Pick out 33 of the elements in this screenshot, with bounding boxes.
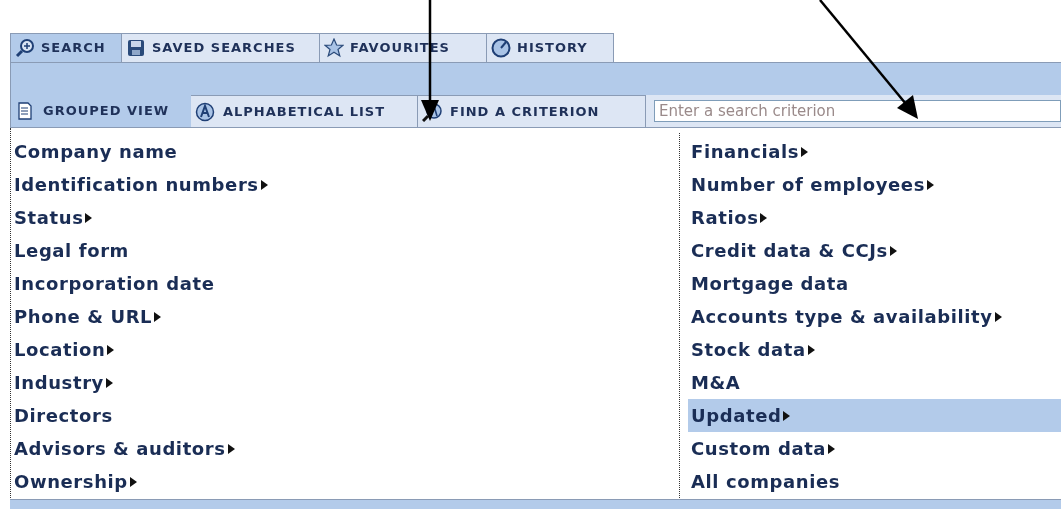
criterion-item[interactable]: Advisors & auditors bbox=[11, 432, 679, 465]
criterion-item[interactable]: Industry bbox=[11, 366, 679, 399]
clock-icon bbox=[491, 38, 511, 58]
criterion-item[interactable]: Credit data & CCJs bbox=[688, 234, 1061, 267]
criterion-item[interactable]: Stock data bbox=[688, 333, 1061, 366]
criterion-item[interactable]: Status bbox=[11, 201, 679, 234]
tab[interactable]: HISTORY bbox=[487, 33, 614, 62]
search-field[interactable]: Enter a search criterion bbox=[654, 100, 1061, 122]
criterion-item[interactable]: Company name bbox=[11, 135, 679, 168]
criterion-item[interactable]: Mortgage data bbox=[688, 267, 1061, 300]
letter-icon bbox=[195, 101, 215, 122]
star-icon bbox=[324, 38, 344, 58]
criterion-item[interactable]: Identification numbers bbox=[11, 168, 679, 201]
criterion-item[interactable]: Updated bbox=[688, 399, 1061, 432]
tab[interactable]: ALPHABETICAL LIST bbox=[191, 95, 418, 127]
tab[interactable]: FIND A CRITERION bbox=[418, 95, 646, 127]
tab[interactable]: SAVED SEARCHES bbox=[122, 33, 320, 62]
criterion-item[interactable]: Directors bbox=[11, 399, 679, 432]
criterion-item[interactable]: M&A bbox=[688, 366, 1061, 399]
criterion-item[interactable]: All companies bbox=[688, 465, 1061, 498]
criterion-item[interactable]: Accounts type & availability bbox=[688, 300, 1061, 333]
criterion-item[interactable]: Ownership bbox=[11, 465, 679, 498]
criterion-item[interactable]: Number of employees bbox=[688, 168, 1061, 201]
criterion-item[interactable]: Incorporation date bbox=[11, 267, 679, 300]
tab[interactable]: SEARCH bbox=[10, 33, 122, 62]
criterion-item[interactable]: Financials bbox=[688, 135, 1061, 168]
criterion-item[interactable]: Location bbox=[11, 333, 679, 366]
criterion-item[interactable]: Legal form bbox=[11, 234, 679, 267]
search-icon bbox=[15, 38, 35, 58]
document-icon bbox=[15, 101, 35, 121]
criterion-item[interactable]: Ratios bbox=[688, 201, 1061, 234]
criterion-item[interactable]: Custom data bbox=[688, 432, 1061, 465]
criterion-item[interactable]: Phone & URL bbox=[11, 300, 679, 333]
